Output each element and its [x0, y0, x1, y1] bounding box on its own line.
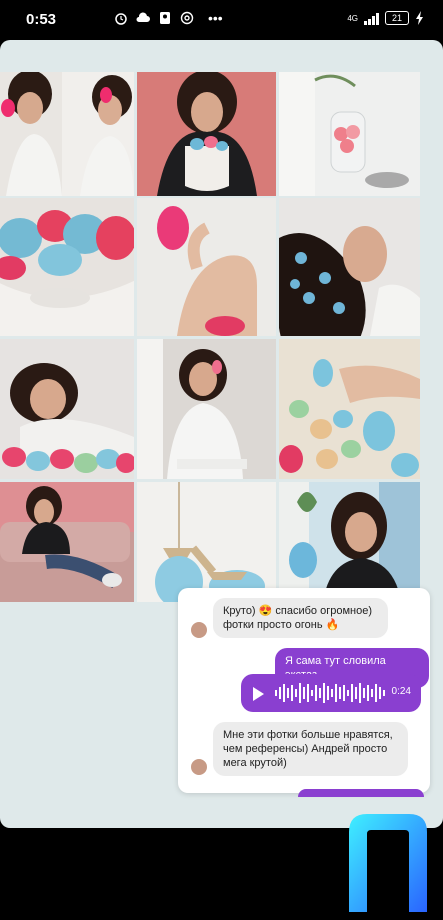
photo-sponges-in-bowl[interactable] — [0, 198, 134, 336]
at-sign-icon — [180, 11, 194, 25]
photo-hands-sponges-pile[interactable] — [279, 339, 420, 479]
photo-girl-blue-sponge-window[interactable] — [279, 482, 420, 602]
cloud-icon — [136, 12, 150, 22]
alarm-clock-icon — [115, 13, 127, 25]
photo-art — [279, 482, 420, 602]
avatar — [190, 621, 208, 639]
status-right: 4G 21 — [347, 11, 425, 25]
photo-art — [279, 198, 420, 336]
network-type: 4G — [347, 13, 358, 23]
status-bar: 0:53 ••• 4G 21 — [0, 0, 443, 38]
incoming-message-2: Мне эти фотки больше нравятся, чем рефер… — [213, 722, 408, 776]
waveform-icon — [275, 683, 385, 703]
photo-art — [0, 72, 134, 196]
charging-icon — [416, 11, 423, 25]
photo-art — [137, 198, 276, 336]
photo-hanging-sponges[interactable] — [137, 482, 276, 602]
photo-art — [0, 339, 134, 479]
message-text: чем референсы) Андрей просто — [223, 743, 388, 755]
play-icon[interactable] — [253, 687, 264, 701]
status-notification-icons: ••• — [62, 10, 223, 26]
photo-girl-black-top-bowl[interactable] — [137, 72, 276, 196]
photo-girl-leaning-sponges[interactable] — [0, 339, 134, 479]
contact-card-icon — [160, 12, 170, 24]
more-dots-icon: ••• — [208, 10, 223, 26]
message-text: мега крутой) — [223, 757, 287, 769]
message-text: фотки просто огонь 🔥 — [223, 619, 340, 631]
message-text: Мне эти фотки больше нравятся, — [223, 729, 393, 741]
story-card[interactable]: Круто) 😍 спасибо огромное) фотки просто … — [0, 40, 443, 828]
signal-icon — [364, 12, 379, 25]
photo-art — [137, 72, 276, 196]
avatar — [190, 758, 208, 776]
photo-art — [279, 72, 420, 196]
photo-vase-and-jar[interactable] — [279, 72, 420, 196]
voice-duration: 0:24 — [391, 686, 411, 697]
photo-girl-pink-sofa[interactable] — [0, 482, 134, 602]
photo-art — [137, 339, 276, 479]
photo-girl-lying-sponges-hair[interactable] — [279, 198, 420, 336]
photo-hand-pink-sponge[interactable] — [137, 198, 276, 336]
photo-girl-mirror-sponge[interactable] — [137, 339, 276, 479]
brand-logo-icon — [349, 814, 427, 912]
battery-icon: 21 — [385, 11, 409, 25]
photo-art — [0, 198, 134, 336]
photo-art — [0, 482, 134, 602]
outgoing-message-partial — [298, 789, 424, 797]
voice-message[interactable]: 0:24 — [241, 674, 421, 712]
chat-screenshot: Круто) 😍 спасибо огромное) фотки просто … — [178, 588, 430, 797]
incoming-message-1: Круто) 😍 спасибо огромное) фотки просто … — [213, 598, 388, 638]
status-time: 0:53 — [26, 11, 57, 28]
message-text: Круто) 😍 спасибо огромное) — [223, 605, 372, 617]
photo-art — [279, 339, 420, 479]
photo-art — [137, 482, 276, 602]
photo-girl-white-shirt-sponge[interactable] — [0, 72, 134, 196]
